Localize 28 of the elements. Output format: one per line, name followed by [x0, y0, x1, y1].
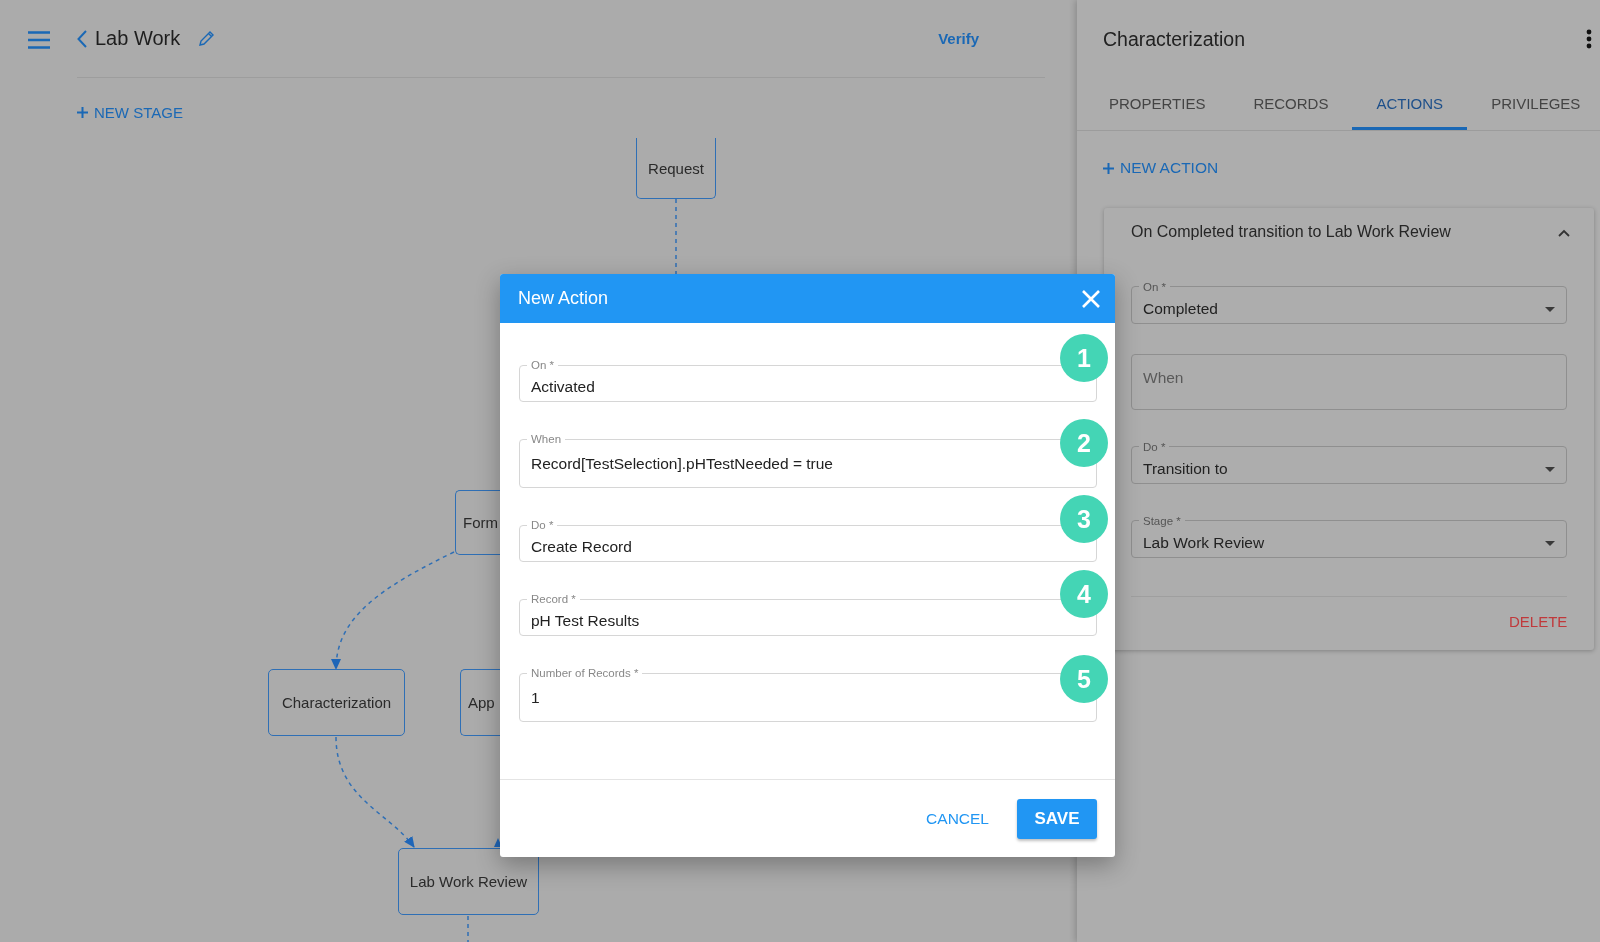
chevron-up-icon[interactable]: [1558, 228, 1571, 237]
more-options-icon[interactable]: [1586, 29, 1593, 49]
plus-icon: [1103, 162, 1114, 174]
dialog-title: New Action: [518, 288, 609, 309]
action-summary[interactable]: On Completed transition to Lab Work Review: [1131, 222, 1451, 241]
plus-icon: [77, 106, 88, 118]
menu-icon[interactable]: [28, 31, 50, 49]
flow-node[interactable]: Request: [636, 138, 716, 199]
number-badge: 4: [1060, 570, 1108, 618]
number-badge: 5: [1060, 655, 1108, 703]
tab[interactable]: PRIVILEGES: [1467, 78, 1600, 130]
number-badge: 2: [1060, 419, 1108, 467]
tab[interactable]: PROPERTIES: [1085, 78, 1230, 130]
dropdown-caret-icon: [1545, 540, 1556, 546]
dropdown-caret-icon: [1545, 466, 1556, 472]
number-badge: 1: [1060, 334, 1108, 382]
flow-node[interactable]: Characterization: [268, 669, 405, 736]
cancel-button[interactable]: CANCEL: [922, 809, 993, 828]
panel-title: Characterization: [1103, 27, 1245, 51]
back-chevron-icon[interactable]: [77, 29, 87, 48]
pencil-icon[interactable]: [198, 30, 216, 47]
close-icon[interactable]: [1081, 288, 1101, 309]
dashed-connector: [467, 915, 469, 942]
page-title: Lab Work: [95, 27, 181, 50]
tab[interactable]: ACTIONS: [1352, 78, 1468, 130]
number-badge: 3: [1060, 495, 1108, 543]
dropdown-caret-icon: [1545, 306, 1556, 312]
tab[interactable]: RECORDS: [1229, 78, 1353, 130]
